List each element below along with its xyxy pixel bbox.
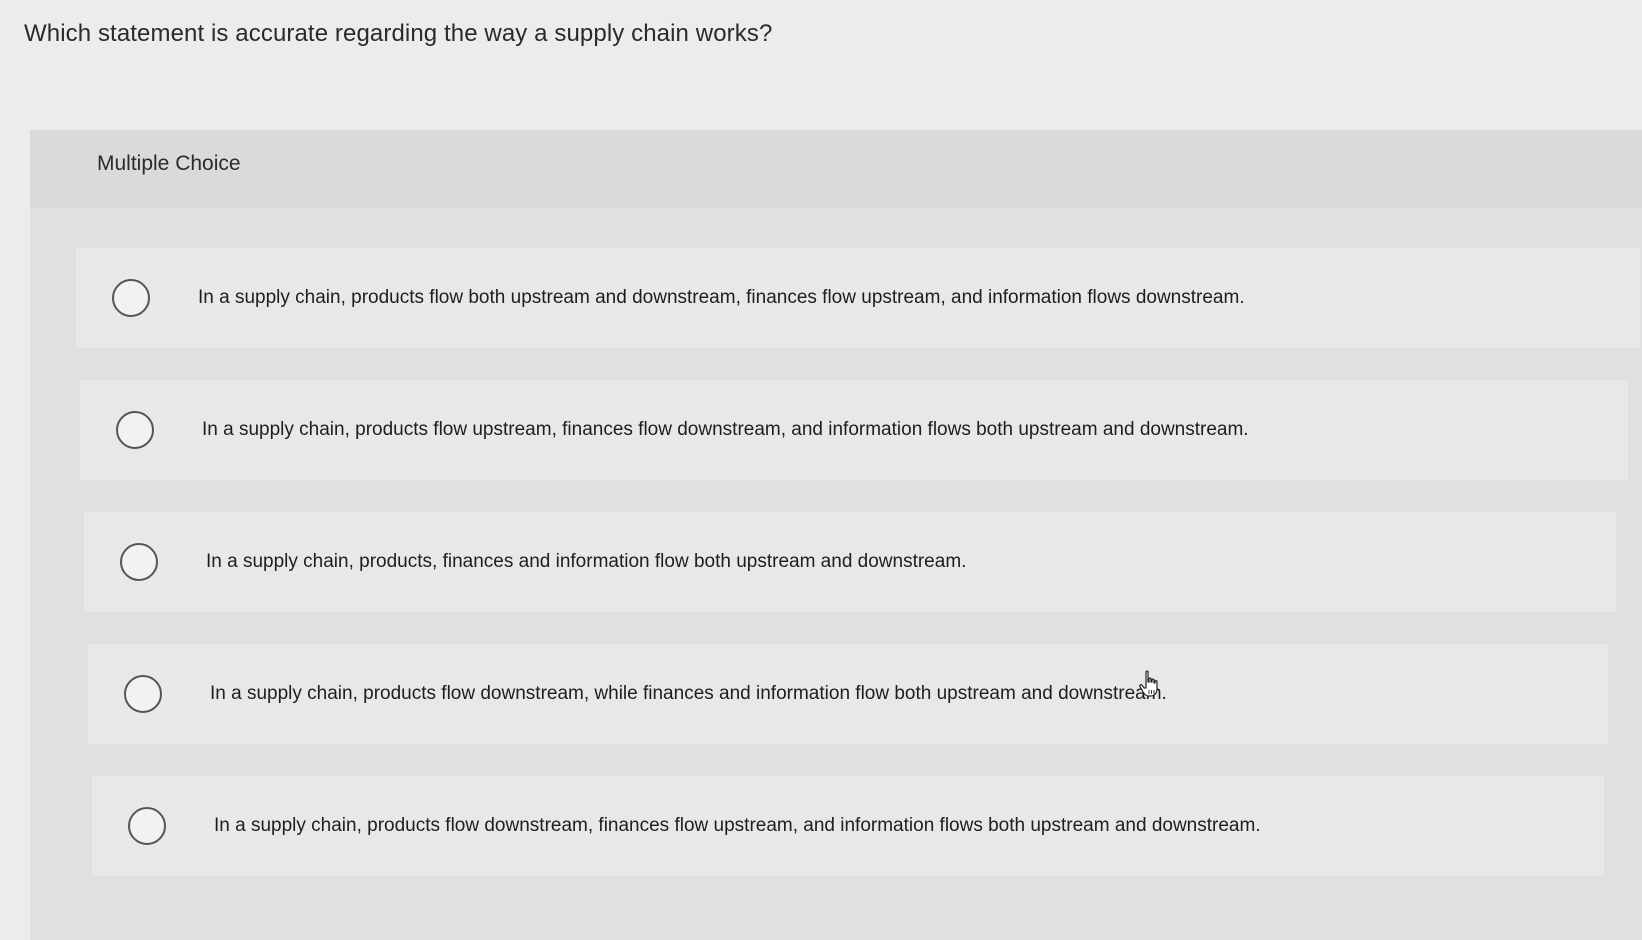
choice-text: In a supply chain, products flow downstr… bbox=[214, 815, 1261, 836]
radio-button-icon[interactable] bbox=[128, 807, 166, 845]
choice-text: In a supply chain, products flow downstr… bbox=[210, 683, 1167, 704]
radio-button-icon[interactable] bbox=[116, 411, 154, 449]
choice-text: In a supply chain, products flow both up… bbox=[198, 287, 1245, 308]
radio-button-icon[interactable] bbox=[120, 543, 158, 581]
choice-list: In a supply chain, products flow both up… bbox=[30, 248, 1642, 908]
radio-button-icon[interactable] bbox=[112, 279, 150, 317]
choice-option-1[interactable]: In a supply chain, products flow both up… bbox=[76, 248, 1640, 348]
hand-pointer-icon bbox=[1139, 670, 1158, 697]
choice-option-2[interactable]: In a supply chain, products flow upstrea… bbox=[80, 380, 1628, 480]
radio-button-icon[interactable] bbox=[124, 675, 162, 713]
choice-text: In a supply chain, products, finances an… bbox=[206, 551, 967, 572]
panel-label: Multiple Choice bbox=[97, 152, 241, 175]
question-text: Which statement is accurate regarding th… bbox=[24, 20, 773, 47]
choice-text: In a supply chain, products flow upstrea… bbox=[202, 419, 1249, 440]
choice-option-4[interactable]: In a supply chain, products flow downstr… bbox=[88, 644, 1608, 744]
choice-option-3[interactable]: In a supply chain, products, finances an… bbox=[84, 512, 1616, 612]
panel-header: Multiple Choice bbox=[30, 130, 1642, 208]
choice-option-5[interactable]: In a supply chain, products flow downstr… bbox=[92, 776, 1604, 876]
multiple-choice-panel: Multiple Choice In a supply chain, produ… bbox=[30, 130, 1642, 940]
